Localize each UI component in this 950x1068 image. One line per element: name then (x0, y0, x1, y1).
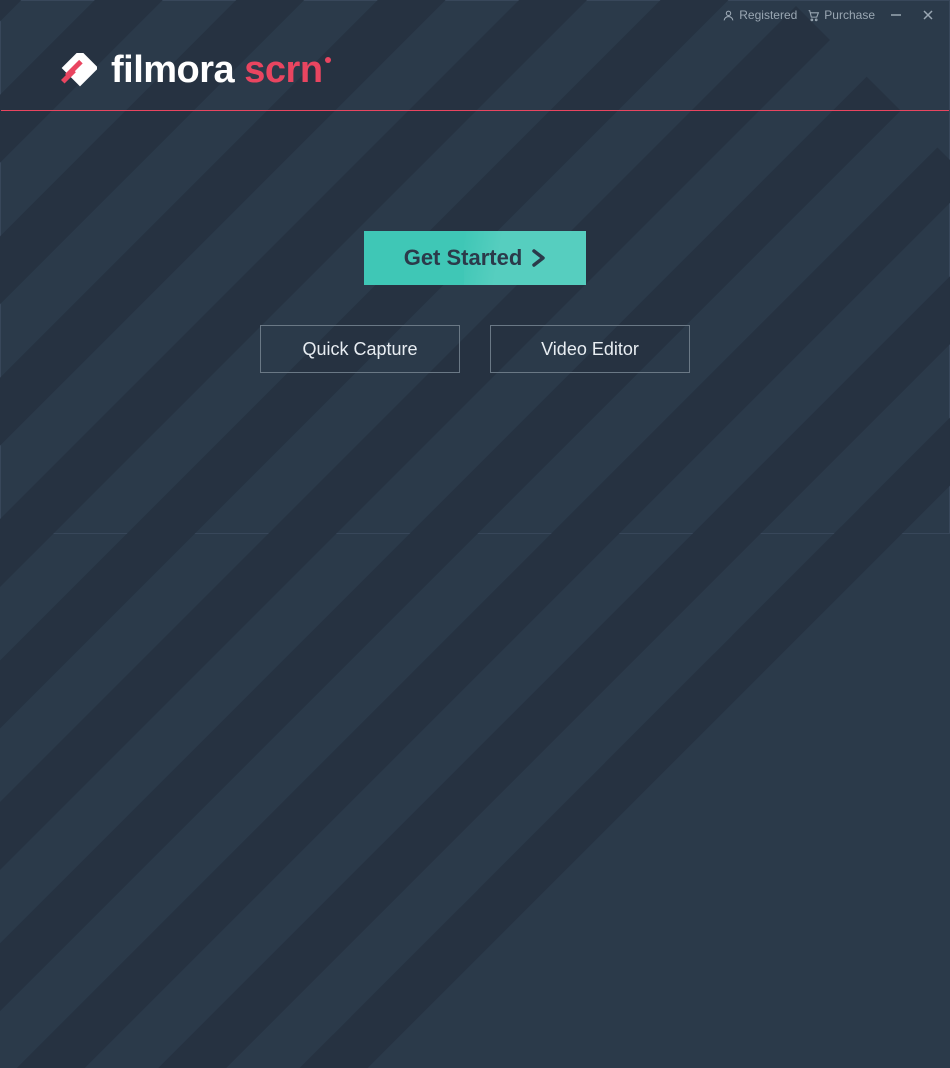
cart-icon (807, 9, 820, 22)
get-started-button[interactable]: Get Started (364, 231, 587, 285)
brand-text: filmora scrn (111, 49, 331, 92)
registered-button[interactable]: Registered (722, 8, 797, 22)
header: filmora scrn (1, 29, 949, 110)
brand-main: filmora (111, 49, 234, 91)
quick-capture-button[interactable]: Quick Capture (260, 325, 460, 373)
quick-capture-label: Quick Capture (302, 339, 417, 359)
registered-label: Registered (739, 8, 797, 22)
purchase-label: Purchase (824, 8, 875, 22)
minimize-button[interactable] (885, 4, 907, 26)
secondary-actions: Quick Capture Video Editor (260, 325, 690, 373)
video-editor-label: Video Editor (541, 339, 639, 359)
titlebar: Registered Purchase (1, 1, 949, 29)
user-icon (722, 9, 735, 22)
video-editor-button[interactable]: Video Editor (490, 325, 690, 373)
brand-sub: scrn (244, 49, 322, 91)
logo-icon (61, 53, 97, 89)
main-content: Get Started Quick Capture Video Editor (1, 111, 949, 373)
get-started-label: Get Started (404, 245, 523, 271)
purchase-button[interactable]: Purchase (807, 8, 875, 22)
brand-dot-icon (325, 57, 331, 63)
chevron-right-icon (532, 249, 546, 267)
close-button[interactable] (917, 4, 939, 26)
